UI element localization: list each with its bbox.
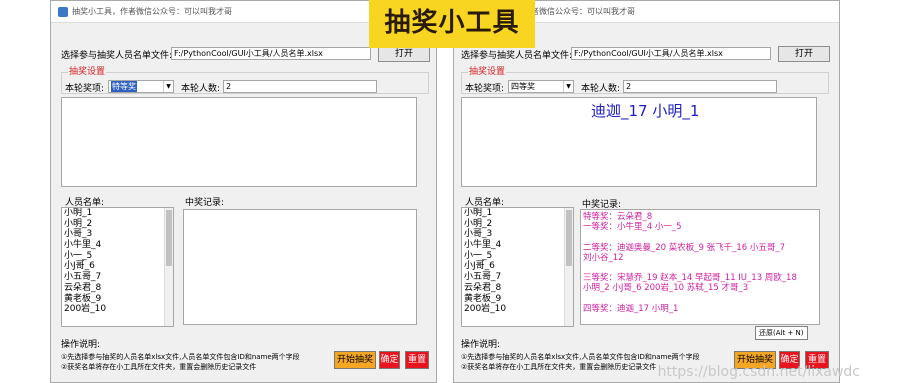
- open-button[interactable]: 打开: [778, 46, 830, 62]
- list-item[interactable]: 小五哥_7: [462, 272, 573, 283]
- list-item[interactable]: 小五哥_7: [62, 272, 173, 283]
- chevron-down-icon[interactable]: ▼: [163, 81, 173, 92]
- count-field[interactable]: 2: [623, 80, 777, 93]
- names-scrollbar[interactable]: [564, 208, 573, 326]
- list-item[interactable]: 小J哥_6: [462, 261, 573, 272]
- reset-button[interactable]: 重置: [405, 351, 429, 369]
- prize-select-value: 四等奖: [511, 82, 535, 91]
- group-title: 抽奖设置: [68, 67, 107, 77]
- scroll-thumb[interactable]: [166, 210, 172, 266]
- scroll-thumb[interactable]: [566, 210, 572, 266]
- confirm-button[interactable]: 确定: [379, 351, 400, 369]
- names-listbox[interactable]: 小明_1 小明_2 小哥_3 小牛里_4 小一_5 小J哥_6 小五哥_7 云朵君_8 黄老板_…: [61, 207, 174, 327]
- list-item[interactable]: 云朵君_8: [462, 283, 573, 294]
- record-line: [583, 232, 817, 242]
- list-item[interactable]: 小J哥_6: [62, 261, 173, 272]
- lottery-window-left: 抽奖小工具，作者微信公众号：可以叫我才哥 选择参与抽奖人员名单文件: F:/Py…: [50, 0, 437, 383]
- list-item[interactable]: 小明_2: [462, 219, 573, 230]
- list-item[interactable]: 黄老板_9: [62, 294, 173, 305]
- chevron-down-icon[interactable]: ▼: [563, 81, 573, 92]
- names-listbox[interactable]: 小明_1 小明_2 小哥_3 小牛里_4 小一_5 小J哥_6 小五哥_7 云朵君_8 黄老板_…: [461, 207, 574, 327]
- start-lottery-button[interactable]: 开始抽奖: [334, 351, 376, 369]
- prize-label: 本轮奖项:: [65, 84, 105, 94]
- record-line: 一等奖：小牛里_4 小一_5: [583, 222, 682, 233]
- record-line: 三等奖：宋慧乔_19 赵本_14 早起哥_11 IU_13 周欧_18: [583, 273, 797, 284]
- list-item[interactable]: 小明_1: [62, 208, 173, 219]
- prize-select-value: 特等奖: [111, 81, 137, 92]
- notes-title: 操作说明:: [461, 340, 501, 350]
- record-line: [583, 294, 817, 304]
- restore-tooltip: 还原(Alt + N): [755, 326, 808, 340]
- records-box: 特等奖：云朵君_8 一等奖：小牛里_4 小一_5 二等奖：迪迦奥曼_20 菜农板_9…: [580, 209, 820, 325]
- banner-title: 抽奖小工具: [369, 0, 535, 48]
- list-item[interactable]: 云朵君_8: [62, 283, 173, 294]
- list-item[interactable]: 200岩_10: [462, 304, 573, 315]
- list-item[interactable]: 小一_5: [62, 251, 173, 262]
- count-label: 本轮人数:: [181, 84, 221, 94]
- winner-display: [61, 97, 417, 187]
- list-item[interactable]: 小明_2: [62, 219, 173, 230]
- record-line: 小明_2 小J哥_6 200岩_10 苏轼_15 才哥_3: [583, 283, 749, 294]
- file-path-field[interactable]: F:/PythonCool/GUI小工具/人员名单.xlsx: [571, 47, 771, 60]
- lottery-window-right: 抽奖小工具，作者微信公众号：可以叫我才哥 选择参与抽奖人员名单文件: F:/Py…: [453, 0, 840, 383]
- list-item[interactable]: 小一_5: [462, 251, 573, 262]
- record-line: 刘小谷_12: [583, 252, 624, 263]
- watermark: https://blog.csdn.net/lixawdc: [657, 364, 860, 380]
- window-title: 抽奖小工具，作者微信公众号：可以叫我才哥: [72, 7, 232, 16]
- list-item[interactable]: 小牛里_4: [62, 240, 173, 251]
- note-2: ②获奖名单将存在小工具所在文件夹，重置会删除历史记录文件: [461, 363, 657, 371]
- notes-title: 操作说明:: [61, 340, 101, 350]
- app-icon: [58, 7, 68, 17]
- note-1: ①先选择参与抽奖的人员名单xlsx文件,人员名单文件包含ID和name两个字段: [461, 353, 700, 361]
- count-label: 本轮人数:: [581, 84, 621, 94]
- record-line: 二等奖：迪迦奥曼_20 菜农板_9 张飞千_16 小五哥_7: [583, 242, 786, 253]
- file-label: 选择参与抽奖人员名单文件:: [461, 51, 573, 61]
- list-item[interactable]: 小牛里_4: [462, 240, 573, 251]
- file-label: 选择参与抽奖人员名单文件:: [61, 51, 173, 61]
- note-1: ①先选择参与抽奖的人员名单xlsx文件,人员名单文件包含ID和name两个字段: [61, 353, 300, 361]
- list-item[interactable]: 小明_1: [462, 208, 573, 219]
- note-2: ②获奖名单将存在小工具所在文件夹，重置会删除历史记录文件: [61, 363, 257, 371]
- record-line: 四等奖：迪迦_17 小明_1: [583, 303, 679, 314]
- record-line: 特等奖：云朵君_8: [583, 212, 653, 222]
- winner-text: 迪迦_17 小明_1: [591, 102, 700, 120]
- group-title: 抽奖设置: [468, 67, 507, 77]
- record-line: [583, 263, 817, 273]
- list-item[interactable]: 小哥_3: [62, 229, 173, 240]
- list-item[interactable]: 小哥_3: [462, 229, 573, 240]
- prize-label: 本轮奖项:: [465, 84, 505, 94]
- list-item[interactable]: 200岩_10: [62, 304, 173, 315]
- count-field[interactable]: 2: [223, 80, 377, 93]
- prize-select[interactable]: 四等奖 ▼: [508, 80, 574, 93]
- records-label: 中奖记录:: [185, 198, 225, 208]
- prize-select[interactable]: 特等奖 ▼: [108, 80, 174, 93]
- open-button[interactable]: 打开: [378, 46, 430, 62]
- file-path-field[interactable]: F:/PythonCool/GUI小工具/人员名单.xlsx: [171, 47, 371, 60]
- list-item[interactable]: 黄老板_9: [462, 294, 573, 305]
- names-scrollbar[interactable]: [164, 208, 173, 326]
- records-box: [183, 209, 417, 325]
